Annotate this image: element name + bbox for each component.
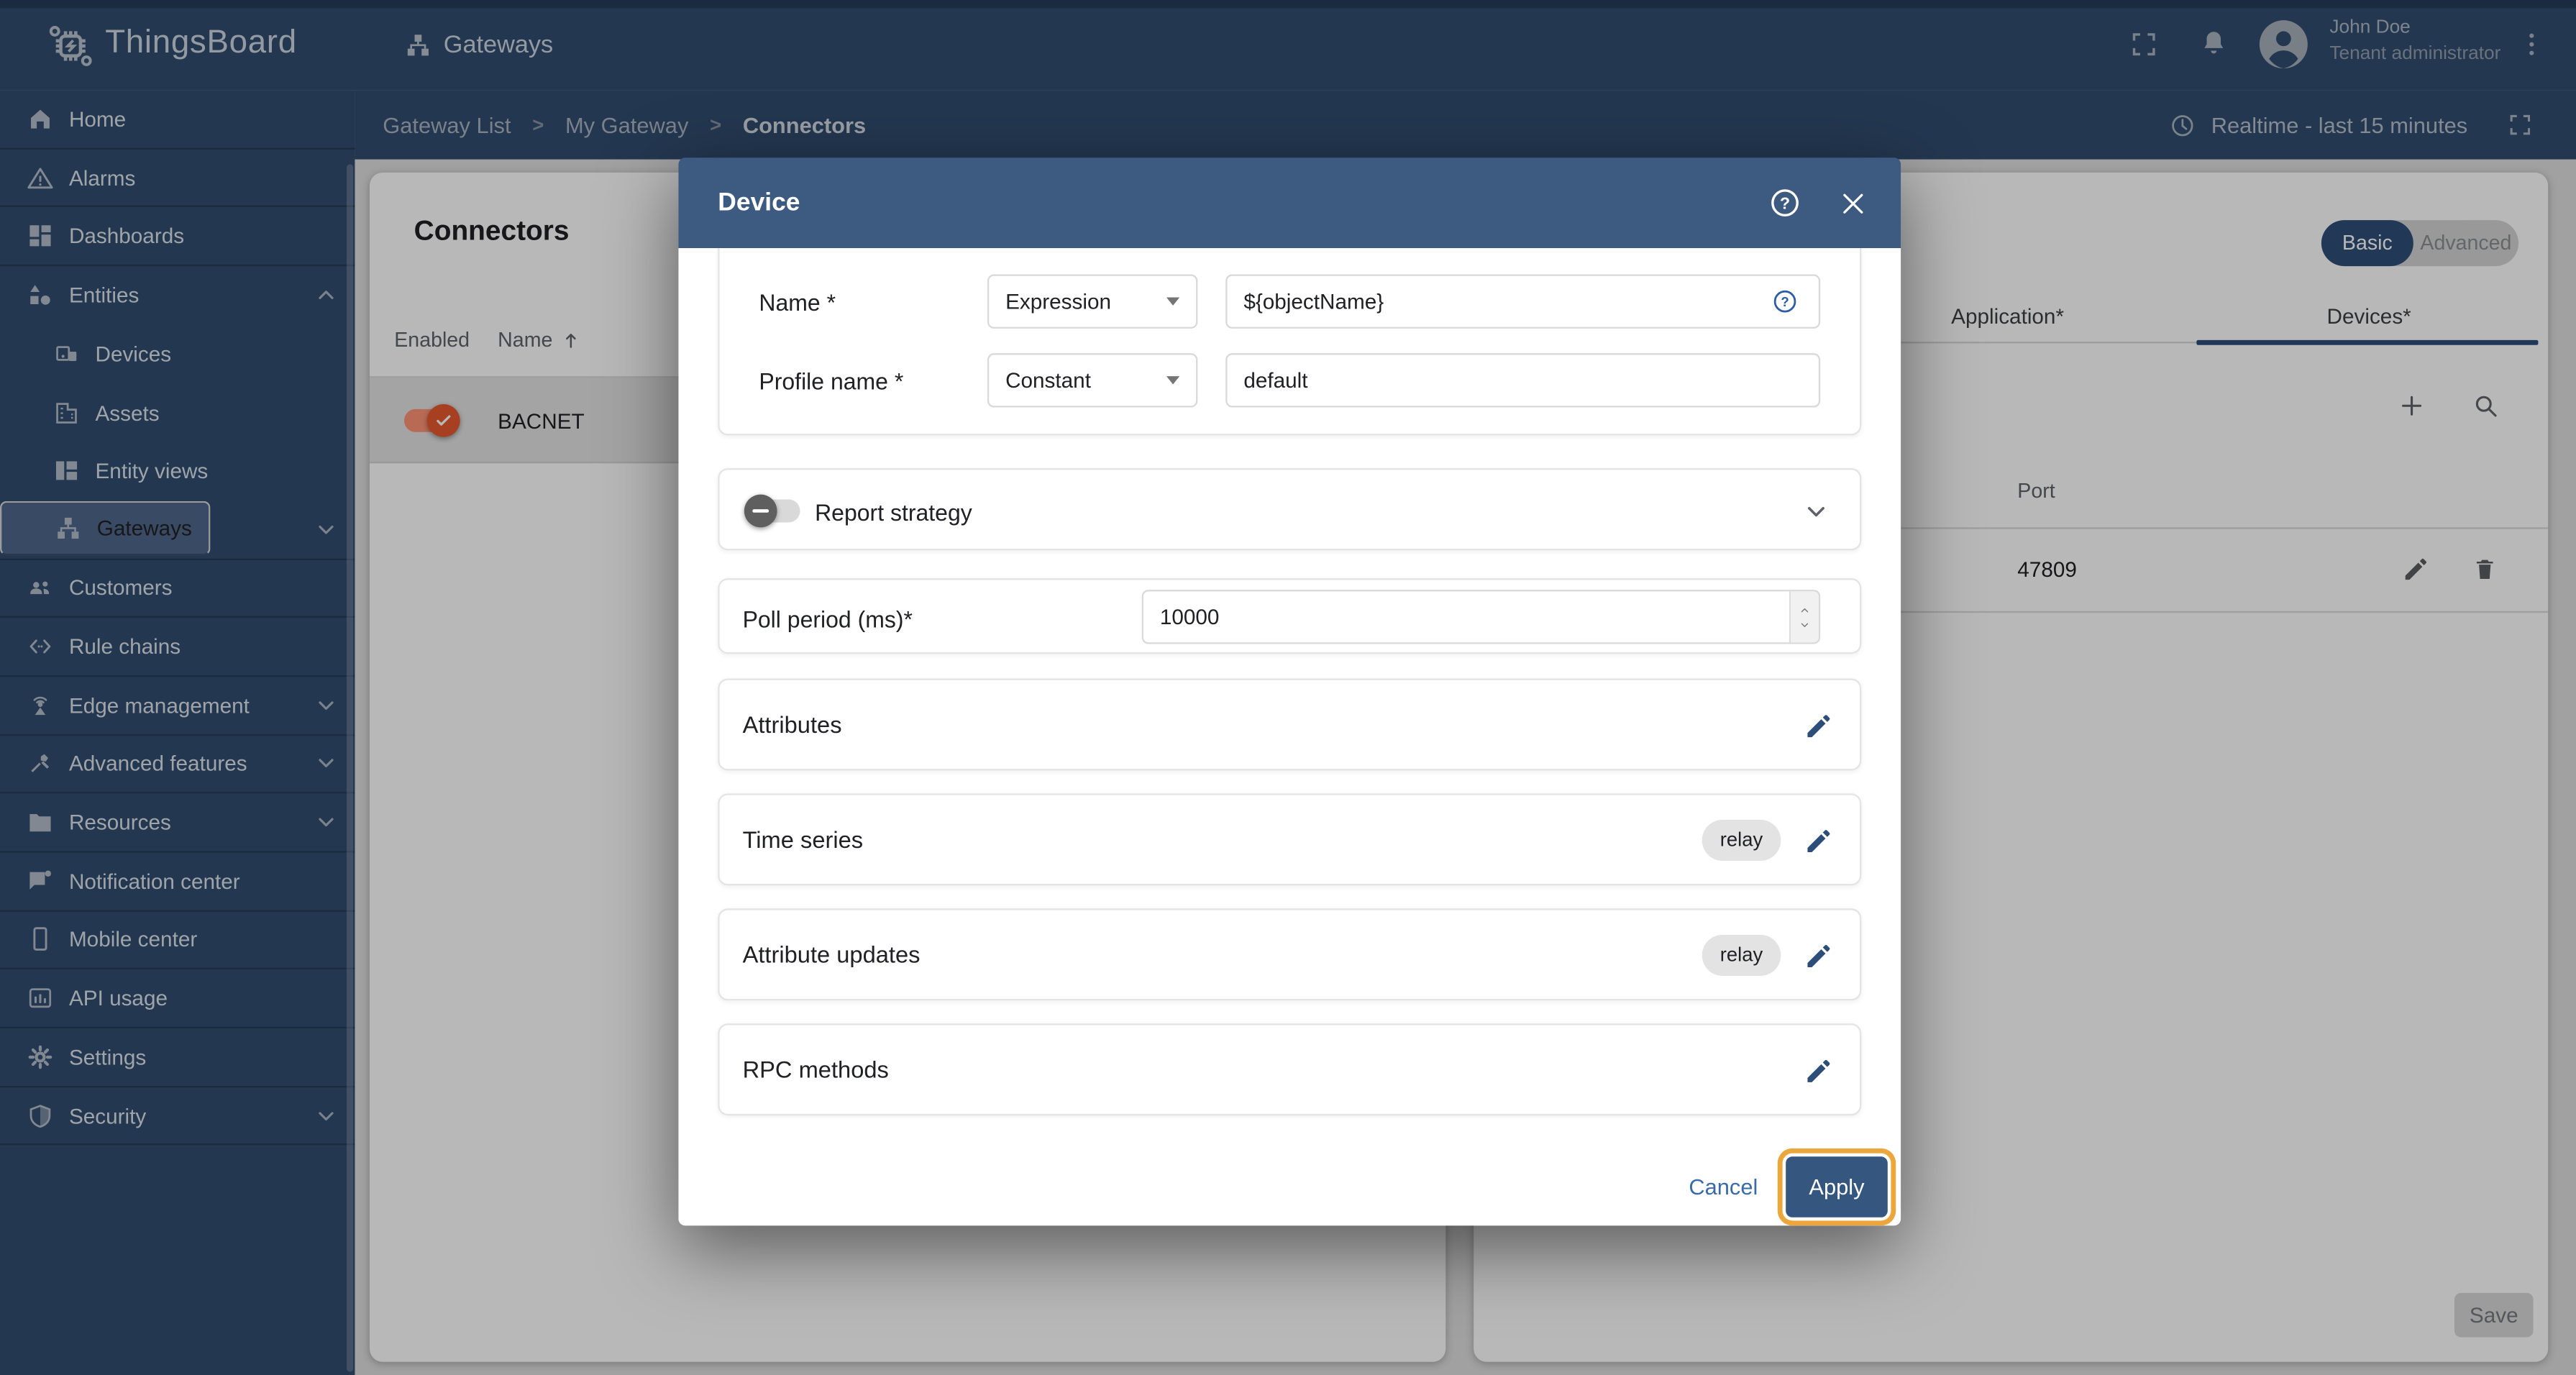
edit-pencil-icon[interactable] [1804, 826, 1833, 856]
profile-field-label: Profile name * [759, 367, 904, 395]
help-icon[interactable] [1768, 186, 1802, 220]
rpc-methods-card: RPC methods [718, 1023, 1862, 1116]
minus-icon [752, 509, 769, 513]
time-series-card: Time series relay [718, 793, 1862, 886]
stepper-down-icon[interactable] [1797, 618, 1812, 630]
name-profile-card: Name * Expression Profile name * Constan… [718, 247, 1862, 436]
profile-type-select[interactable]: Constant [987, 353, 1198, 408]
dropdown-caret-icon [1166, 376, 1180, 385]
name-type-select[interactable]: Expression [987, 274, 1198, 329]
dropdown-caret-icon [1166, 297, 1180, 306]
poll-period-input[interactable] [1141, 590, 1821, 644]
app-root: ThingsBoard Gateways John Doe Tenant adm… [0, 0, 2576, 1375]
chevron-down-icon[interactable] [1802, 498, 1830, 526]
dialog-header: Device [678, 157, 1901, 248]
name-field-label: Name * [759, 289, 836, 316]
poll-period-card: Poll period (ms)* [718, 578, 1862, 654]
stepper-up-icon[interactable] [1797, 604, 1812, 616]
edit-pencil-icon[interactable] [1804, 1056, 1833, 1086]
edit-pencil-icon[interactable] [1804, 941, 1833, 971]
report-strategy-label: Report strategy [815, 499, 972, 526]
report-strategy-card: Report strategy [718, 468, 1862, 551]
field-help-icon[interactable] [1771, 288, 1799, 316]
dialog-title: Device [718, 188, 800, 217]
time-series-label: Time series [742, 828, 864, 854]
relay-chip: relay [1702, 819, 1781, 862]
report-strategy-toggle[interactable] [744, 494, 803, 528]
edit-pencil-icon[interactable] [1804, 711, 1833, 741]
dialog-body: Name * Expression Profile name * Constan… [678, 247, 1901, 1226]
attribute-updates-card: Attribute updates relay [718, 908, 1862, 1001]
rpc-methods-label: RPC methods [742, 1058, 889, 1084]
name-value-input[interactable] [1225, 274, 1821, 329]
relay-chip: relay [1702, 934, 1781, 976]
close-icon[interactable] [1838, 189, 1868, 219]
attributes-label: Attributes [742, 713, 842, 739]
device-dialog: Device Name * Expression Profile name * … [678, 157, 1901, 1226]
poll-period-label: Poll period (ms)* [742, 606, 913, 633]
attributes-card: Attributes [718, 678, 1862, 771]
attribute-updates-label: Attribute updates [742, 943, 921, 969]
apply-button[interactable]: Apply [1786, 1156, 1888, 1218]
cancel-button[interactable]: Cancel [1689, 1174, 1758, 1199]
number-stepper[interactable] [1789, 591, 1819, 643]
profile-value-input[interactable] [1225, 353, 1821, 408]
